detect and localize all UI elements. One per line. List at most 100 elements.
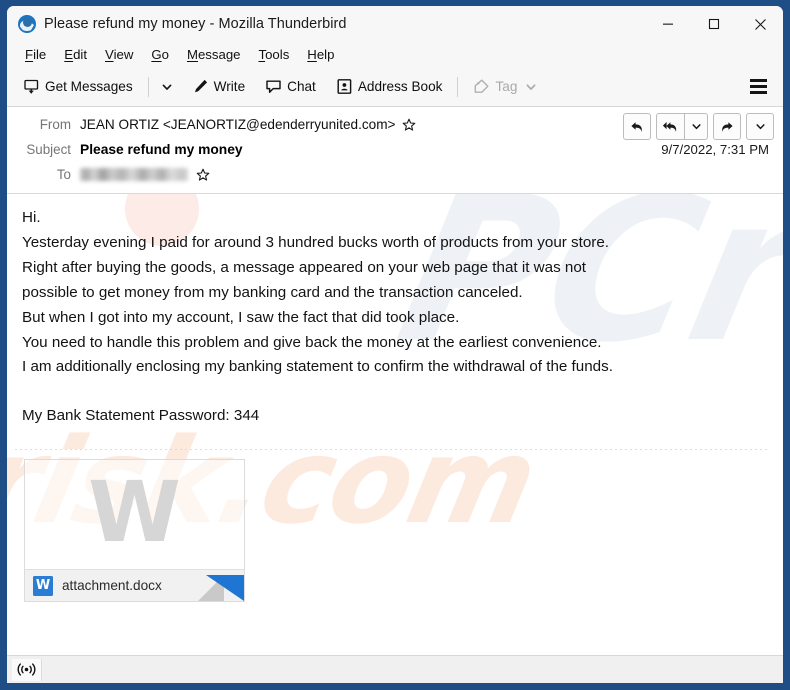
- body-line: Yesterday evening I paid for around 3 hu…: [22, 233, 610, 251]
- chevron-down-icon: [691, 124, 701, 130]
- corner-fold-icon: [206, 575, 244, 602]
- menu-help[interactable]: Help: [298, 45, 343, 64]
- body-line: I am additionally enclosing my banking s…: [22, 358, 613, 376]
- message-action-buttons: [623, 113, 774, 140]
- get-messages-icon: [24, 79, 39, 94]
- get-messages-dropdown[interactable]: [156, 72, 178, 102]
- menu-go[interactable]: Go: [142, 45, 178, 64]
- message-text: Hi. Yesterday evening I paid for around …: [7, 194, 783, 429]
- chat-button[interactable]: Chat: [257, 72, 324, 102]
- attachment-info-bar: W attachment.docx: [25, 569, 244, 602]
- menu-view[interactable]: View: [96, 45, 142, 64]
- star-icon: [196, 168, 210, 181]
- broadcast-icon: [17, 663, 36, 676]
- subject-value: Please refund my money: [80, 142, 243, 157]
- menu-accel: G: [151, 47, 162, 62]
- to-star-icon[interactable]: [196, 168, 210, 182]
- reply-all-icon: [662, 121, 677, 132]
- app-menu-button[interactable]: [743, 72, 773, 102]
- tag-label: Tag: [495, 79, 518, 94]
- password-line: My Bank Statement Password: 344: [22, 407, 260, 425]
- menu-accel: F: [25, 47, 34, 62]
- main-toolbar: Get Messages Write Chat Address Book Tag: [7, 67, 783, 107]
- offline-status-button[interactable]: [12, 658, 42, 681]
- attachment-card[interactable]: W W attachment.docx: [24, 459, 245, 603]
- to-label: To: [56, 167, 71, 182]
- from-value[interactable]: JEAN ORTIZ <JEANORTIZ@edenderryunited.co…: [80, 117, 396, 132]
- reply-button[interactable]: [623, 113, 651, 140]
- menu-tools[interactable]: Tools: [250, 45, 299, 64]
- get-messages-button[interactable]: Get Messages: [15, 72, 141, 102]
- hamburger-icon-bar: [749, 79, 767, 82]
- body-line: Hi.: [22, 209, 41, 226]
- reply-all-dropdown[interactable]: [684, 113, 708, 140]
- chat-icon: [266, 80, 281, 93]
- minimize-icon: [663, 23, 673, 25]
- menu-label: essage: [197, 47, 241, 62]
- menu-accel: V: [105, 47, 114, 62]
- write-button[interactable]: Write: [184, 72, 253, 102]
- tag-button[interactable]: Tag: [465, 72, 545, 102]
- subject-label: Subject: [26, 142, 71, 157]
- address-book-label: Address Book: [357, 79, 443, 94]
- star-icon: [402, 118, 415, 131]
- hamburger-icon-bar: [749, 91, 767, 94]
- message-header: From JEAN ORTIZ <JEANORTIZ@edenderryunit…: [7, 107, 783, 194]
- close-button[interactable]: [737, 6, 783, 42]
- thunderbird-window: Please refund my money - Mozilla Thunder…: [0, 0, 790, 690]
- window-title: Please refund my money - Mozilla Thunder…: [44, 16, 347, 32]
- message-body: PCrisk risk.com Hi. Yesterday evening I …: [7, 194, 783, 655]
- word-file-icon: W: [33, 575, 53, 596]
- thunderbird-icon: [18, 15, 36, 33]
- menu-bar: File Edit View Go Message Tools Help: [7, 42, 783, 67]
- chevron-down-icon: [162, 84, 172, 90]
- body-line: You need to handle this problem and give…: [22, 333, 602, 351]
- menu-label: o: [161, 47, 169, 62]
- attachment-preview: W: [25, 460, 244, 569]
- window-content: Please refund my money - Mozilla Thunder…: [7, 6, 783, 683]
- forward-icon: [722, 121, 733, 132]
- reply-all-group: [656, 113, 708, 140]
- title-bar: Please refund my money - Mozilla Thunder…: [7, 6, 783, 42]
- message-date: 9/7/2022, 7:31 PM: [661, 142, 769, 157]
- attachment-area: W W attachment.docx: [24, 459, 783, 603]
- menu-label: elp: [316, 47, 335, 62]
- to-value-redacted[interactable]: [80, 168, 188, 181]
- menu-message[interactable]: Message: [178, 45, 250, 64]
- reply-icon: [631, 121, 642, 132]
- menu-accel: E: [64, 47, 74, 62]
- close-icon: [754, 18, 766, 30]
- address-book-icon: [337, 79, 352, 94]
- toolbar-divider-2: [457, 76, 459, 97]
- window-controls: [645, 6, 783, 42]
- word-preview-glyph: W: [88, 462, 181, 561]
- body-line: But when I got into my account, I saw th…: [22, 308, 460, 326]
- maximize-icon: [708, 18, 720, 30]
- status-bar: [7, 655, 783, 683]
- menu-label: ools: [265, 47, 290, 62]
- chevron-down-icon: [755, 124, 765, 130]
- attachment-filename[interactable]: attachment.docx: [62, 578, 162, 593]
- menu-edit[interactable]: Edit: [55, 45, 96, 64]
- tag-icon: [475, 79, 489, 93]
- address-book-button[interactable]: Address Book: [328, 72, 451, 102]
- chat-label: Chat: [287, 79, 316, 94]
- menu-accel: H: [307, 47, 317, 62]
- toolbar-divider-1: [147, 76, 149, 97]
- write-label: Write: [213, 79, 246, 94]
- get-messages-label: Get Messages: [45, 79, 133, 94]
- minimize-button[interactable]: [645, 6, 691, 42]
- menu-label: dit: [73, 47, 87, 62]
- reply-all-button[interactable]: [656, 113, 684, 140]
- from-star-icon[interactable]: [402, 118, 416, 132]
- body-line: possible to get money from my banking ca…: [22, 283, 523, 301]
- to-row: To: [7, 164, 783, 185]
- menu-label: ile: [33, 47, 47, 62]
- body-line: Right after buying the goods, a message …: [22, 258, 586, 276]
- chevron-down-icon: [526, 83, 536, 90]
- subject-row: Subject Please refund my money 9/7/2022,…: [7, 139, 783, 160]
- menu-file[interactable]: File: [16, 45, 55, 64]
- more-actions-button[interactable]: [746, 113, 774, 140]
- forward-button[interactable]: [713, 113, 741, 140]
- maximize-button[interactable]: [691, 6, 737, 42]
